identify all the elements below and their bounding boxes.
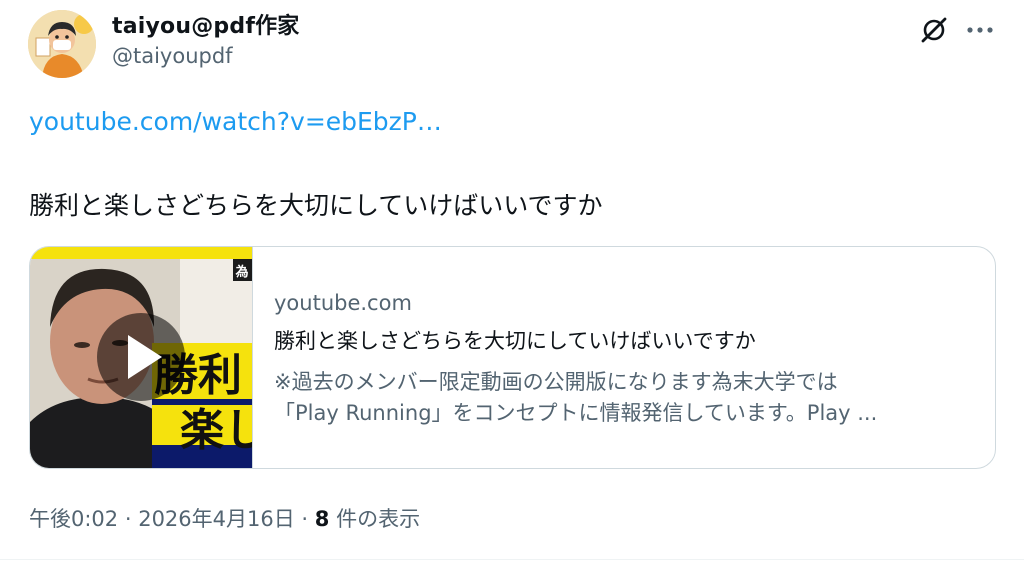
card-description-line2: 「Play Running」をコンセプトに情報発信しています。Play ...	[274, 401, 878, 425]
views-count: 8	[314, 507, 330, 531]
grok-button[interactable]	[916, 12, 952, 48]
card-domain: youtube.com	[274, 291, 412, 315]
author-avatar[interactable]	[28, 10, 96, 78]
more-options-button[interactable]	[960, 12, 1000, 48]
thumbnail-corner-text: 為	[235, 264, 248, 280]
grok-slash-circle-icon	[921, 17, 947, 43]
card-description-line1: ※過去のメンバー限定動画の公開版になります為末大学では	[274, 370, 838, 394]
bottom-divider	[0, 559, 1024, 560]
views-label: 件の表示	[329, 507, 421, 531]
meta-separator: ·	[118, 507, 139, 531]
link-preview-card[interactable]: 為 勝利 楽し youtube.com 勝利と楽しさどちらを大切にしていけばいい…	[29, 246, 996, 469]
thumbnail-image: 為 勝利 楽し	[30, 247, 252, 468]
tweet-date[interactable]: 2026年4月16日	[138, 507, 295, 531]
tweet-url-link[interactable]: youtube.com/watch?v=ebEbzP…	[29, 107, 442, 136]
video-thumbnail[interactable]: 為 勝利 楽し	[30, 247, 253, 468]
avatar-illustration	[28, 10, 96, 78]
card-title: 勝利と楽しさどちらを大切にしていけばいいですか	[274, 329, 756, 353]
tweet-time[interactable]: 午後0:02	[29, 507, 118, 531]
author-handle[interactable]: @taiyoupdf	[112, 44, 233, 68]
tweet-text: 勝利と楽しさどちらを大切にしていけばいいですか	[29, 191, 603, 220]
tweet-meta: 午後0:02 · 2026年4月16日 · 8 件の表示	[29, 503, 420, 533]
meta-separator-2: ·	[294, 507, 315, 531]
card-description: ※過去のメンバー限定動画の公開版になります為末大学では 「Play Runnin…	[274, 367, 974, 429]
thumbnail-text-line2: 楽し	[180, 405, 252, 456]
author-display-name[interactable]: taiyou@pdf作家	[112, 8, 300, 40]
more-dots-icon	[967, 27, 993, 33]
